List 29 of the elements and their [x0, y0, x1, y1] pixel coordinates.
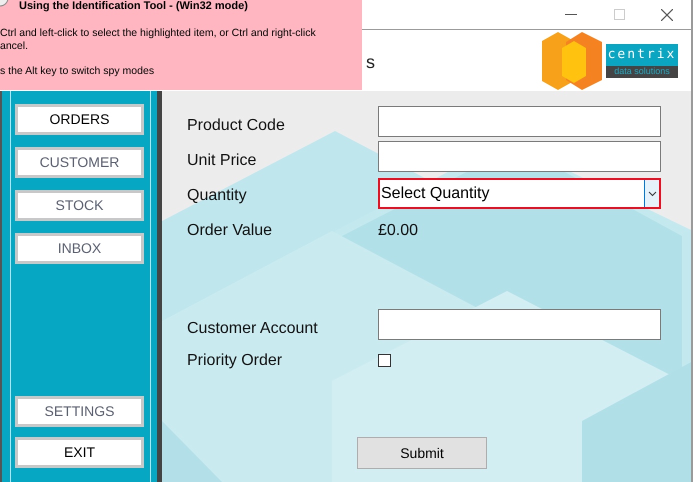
- logo-tagline: data solutions: [606, 66, 678, 78]
- field-label: Product Code: [187, 116, 286, 136]
- order-value: £0.00: [378, 220, 418, 240]
- tooltip-text: ancel.: [0, 40, 30, 53]
- chevron-down-icon: [644, 180, 659, 207]
- field-label: Priority Order: [187, 350, 284, 370]
- field-label: Quantity: [187, 186, 248, 206]
- quantity-dropdown[interactable]: Select Quantity: [378, 178, 661, 209]
- input-field[interactable]: [378, 141, 661, 172]
- tooltip-text: s the Alt key to switch spy modes: [0, 65, 156, 78]
- checkbox[interactable]: [378, 354, 391, 367]
- nav-button[interactable]: ORDERS: [15, 104, 144, 135]
- close-icon[interactable]: [661, 8, 673, 20]
- nav-button[interactable]: CUSTOMER: [15, 147, 144, 178]
- minimize-icon[interactable]: [565, 14, 577, 16]
- nav-button[interactable]: INBOX: [15, 233, 144, 264]
- logo-name: centrix: [606, 44, 678, 66]
- tooltip-title: Using the Identification Tool - (Win32 mode): [19, 0, 248, 13]
- nav-button[interactable]: SETTINGS: [15, 396, 144, 427]
- input-field[interactable]: [378, 106, 661, 137]
- field-label: Customer Account: [187, 318, 319, 338]
- nav-button[interactable]: STOCK: [15, 190, 144, 221]
- nav-button[interactable]: EXIT: [15, 437, 144, 468]
- field-label: Order Value: [187, 220, 274, 240]
- window-heading: s: [366, 51, 375, 74]
- field-label: Unit Price: [187, 150, 258, 170]
- submit-button[interactable]: Submit: [357, 437, 487, 469]
- input-field[interactable]: [378, 309, 661, 340]
- tooltip-text: Ctrl and left-click to select the highlighted item, or Ctrl and right-click: [0, 27, 316, 40]
